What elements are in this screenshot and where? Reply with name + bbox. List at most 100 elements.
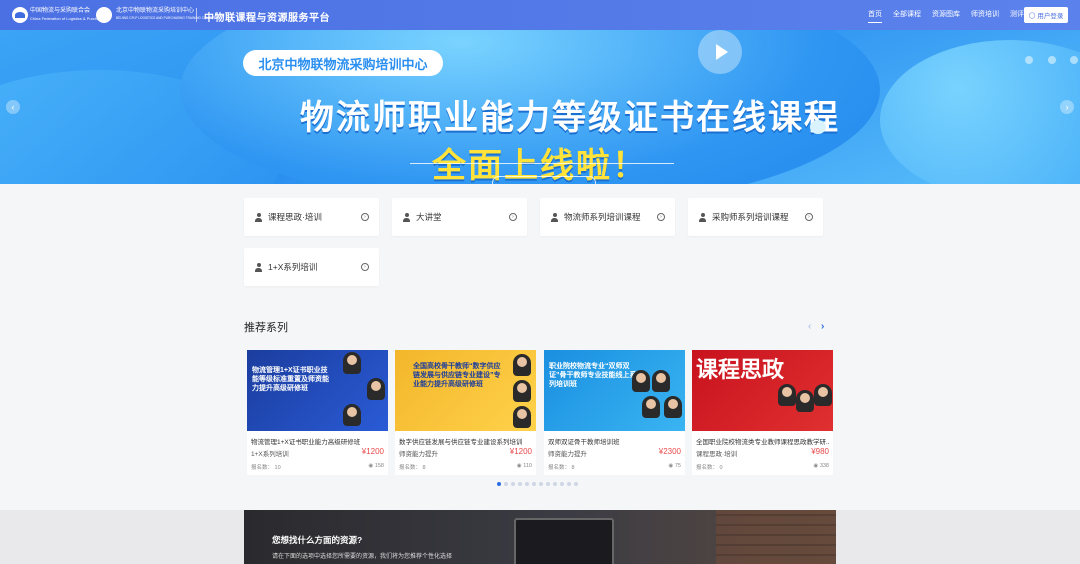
- course-card[interactable]: 全国高校骨干教师“数字供应链发展与供应链专业建设”专业能力提升高级研修班 数字供…: [395, 350, 536, 475]
- view-count: 110: [523, 463, 532, 469]
- instructor-photo: [343, 404, 361, 426]
- main-nav: 首页 全部课程 资源图库 师资培训 测评中心: [868, 0, 1049, 30]
- promo-subtitle: 请在下面的选项中选择您所需要的资源，我们将为您推荐个性化选择: [272, 554, 453, 560]
- category-label: 采购师系列培训课程: [712, 212, 789, 222]
- category-card-lecture[interactable]: 大讲堂 ›: [392, 198, 527, 236]
- carousel-prev-arrow-icon[interactable]: ‹: [6, 100, 20, 114]
- pagination-dot[interactable]: [553, 482, 557, 486]
- course-views: ◉ 75: [669, 463, 681, 469]
- enroll-label: 报名数：: [696, 465, 719, 471]
- instructor-photo: [664, 396, 682, 418]
- arrow-right-circle-icon: ›: [361, 213, 369, 221]
- course-views: ◉ 110: [517, 463, 532, 469]
- chevron-left-icon[interactable]: ‹: [808, 321, 811, 332]
- category-card-ideology[interactable]: 课程思政·培训 ›: [244, 198, 379, 236]
- pagination-dot[interactable]: [567, 482, 571, 486]
- user-icon: ◯: [1028, 12, 1036, 19]
- instructor-photo: [343, 352, 361, 374]
- thumbnail-text: 课程思政: [696, 357, 785, 383]
- hero-banner[interactable]: 北京中物联物流采购培训中心 物流师职业能力等级证书在线课程 全面上线啦！ ‹ ›: [0, 30, 1080, 184]
- instructor-photo: [652, 370, 670, 392]
- course-price: ¥980: [811, 447, 829, 456]
- pagination-dot[interactable]: [532, 482, 536, 486]
- arrow-right-circle-icon: ›: [805, 213, 813, 221]
- chevron-right-icon[interactable]: ›: [821, 321, 824, 332]
- nav-resource-library[interactable]: 资源图库: [932, 0, 960, 30]
- nav-all-courses[interactable]: 全部课程: [893, 0, 921, 30]
- course-price: ¥1200: [509, 447, 532, 456]
- course-enroll: 报名数： 8: [548, 463, 575, 471]
- pagination-dot[interactable]: [574, 482, 578, 486]
- instructor-photo: [632, 370, 650, 392]
- thumbnail-text: 全国高校骨干教师“数字供应链发展与供应链专业建设”专业能力提升高级研修班: [413, 363, 501, 388]
- banner-headline: 物流师职业能力等级证书在线课程: [300, 99, 840, 137]
- section-title-recommended: 推荐系列: [244, 322, 288, 334]
- course-thumbnail[interactable]: 物流管理1+X证书职业技能等级标准重置及师资能力提升高级研修班: [247, 350, 388, 431]
- pagination-dot[interactable]: [497, 482, 501, 486]
- enroll-count: 8: [571, 465, 575, 471]
- arrow-right-circle-icon: ›: [361, 263, 369, 271]
- course-card[interactable]: 物流管理1+X证书职业技能等级标准重置及师资能力提升高级研修班 物流管理1+X证…: [247, 350, 388, 475]
- course-enroll: 报名数： 0: [696, 463, 723, 471]
- thumbnail-text: 职业院校物流专业“双师双证”骨干教师专业技能线上系列培训班: [549, 363, 637, 388]
- pagination-dot[interactable]: [546, 482, 550, 486]
- category-label: 物流师系列培训课程: [564, 212, 641, 222]
- person-icon: [698, 212, 707, 222]
- instructor-photo: [642, 396, 660, 418]
- pagination-dot[interactable]: [518, 482, 522, 486]
- user-login-label: 用户登录: [1037, 13, 1064, 20]
- enroll-label: 报名数：: [548, 465, 571, 471]
- category-card-logistics[interactable]: 物流师系列培训课程 ›: [540, 198, 675, 236]
- course-category: 1+X系列培训: [251, 451, 289, 458]
- course-card[interactable]: 职业院校物流专业“双师双证”骨干教师专业技能线上系列培训班 双师双证骨干教师培训…: [544, 350, 685, 475]
- category-card-purchasing[interactable]: 采购师系列培训课程 ›: [688, 198, 823, 236]
- instructor-photo: [367, 378, 385, 400]
- category-card-1x[interactable]: 1+X系列培训 ›: [244, 248, 379, 286]
- training-center-logo-icon[interactable]: [96, 7, 112, 23]
- person-icon: [402, 212, 411, 222]
- instructor-photo: [796, 390, 814, 412]
- category-label: 1+X系列培训: [268, 262, 318, 272]
- nav-home[interactable]: 首页: [868, 0, 882, 30]
- enroll-label: 报名数：: [399, 465, 422, 471]
- cflp-logo-icon[interactable]: [12, 7, 28, 23]
- banner-button[interactable]: [492, 176, 596, 184]
- pagination-dot[interactable]: [560, 482, 564, 486]
- nav-teacher-training[interactable]: 师资培训: [971, 0, 999, 30]
- enroll-count: 10: [274, 465, 281, 471]
- pagination-dot[interactable]: [539, 482, 543, 486]
- course-title[interactable]: 数字供应链发展与供应链专业建设系列培训: [399, 436, 533, 446]
- course-title[interactable]: 全国职业院校物流类专业教师课程思政教学研...: [696, 436, 830, 446]
- instructor-photo: [513, 406, 531, 428]
- category-label: 课程思政·培训: [268, 212, 322, 222]
- center-name-en: BEIJING CFLP LOGISTICS AND PURCHASING TR…: [116, 16, 215, 20]
- course-enroll: 报名数： 8: [399, 463, 426, 471]
- user-login-button[interactable]: ◯ 用户登录: [1024, 7, 1068, 23]
- thumbnail-text: 物流管理1+X证书职业技能等级标准重置及师资能力提升高级研修班: [252, 367, 329, 392]
- eye-icon: ◉: [813, 463, 819, 469]
- category-label: 大讲堂: [416, 212, 442, 222]
- arrow-right-circle-icon: ›: [509, 213, 517, 221]
- course-price: ¥1200: [361, 447, 384, 456]
- course-thumbnail[interactable]: 全国高校骨干教师“数字供应链发展与供应链专业建设”专业能力提升高级研修班: [395, 350, 536, 431]
- banner-decor-dot: [1070, 56, 1078, 64]
- eye-icon: ◉: [368, 463, 374, 469]
- course-title[interactable]: 物流管理1+X证书职业能力高级研修班: [251, 436, 385, 446]
- course-views: ◉ 158: [368, 463, 384, 469]
- course-title[interactable]: 双师双证骨干教师培训班: [548, 436, 682, 446]
- center-name: 北京中物联物流采购培训中心 BEIJING CFLP LOGISTICS AND…: [116, 8, 215, 22]
- person-icon: [254, 262, 263, 272]
- play-icon[interactable]: [698, 30, 742, 74]
- instructor-photo: [513, 354, 531, 376]
- course-thumbnail[interactable]: 职业院校物流专业“双师双证”骨干教师专业技能线上系列培训班: [544, 350, 685, 431]
- pagination-dot[interactable]: [504, 482, 508, 486]
- pagination-dot[interactable]: [511, 482, 515, 486]
- pagination-dot[interactable]: [525, 482, 529, 486]
- person-icon: [550, 212, 559, 222]
- top-header: 中国物流与采购联合会 China Federation of Logistics…: [0, 0, 1080, 30]
- carousel-next-arrow-icon[interactable]: ›: [1060, 100, 1074, 114]
- header-divider: [196, 8, 197, 22]
- course-thumbnail[interactable]: 课程思政: [692, 350, 833, 431]
- course-card[interactable]: 课程思政 全国职业院校物流类专业教师课程思政教学研... 课程思政·培训 ¥98…: [692, 350, 833, 475]
- brick-wall-image: [716, 510, 836, 564]
